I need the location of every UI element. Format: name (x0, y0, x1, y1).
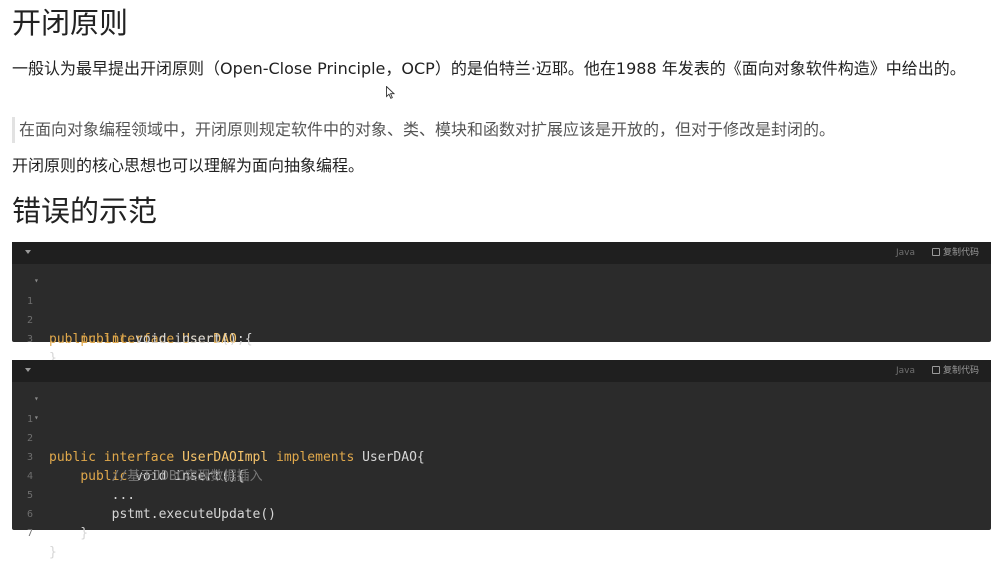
copy-icon (931, 248, 940, 256)
copy-code-button[interactable]: 复制代码 (931, 247, 979, 259)
code-text: } (49, 545, 57, 560)
code-block-userdaoimpl: Java 复制代码 1 ▾ public interface UserDAOIm… (12, 360, 991, 560)
code-line: 4 ... (12, 448, 991, 503)
code-block-userdao: Java 复制代码 1 ▾ public interface UserDAO {… (12, 242, 991, 366)
code-language-label: Java (895, 366, 915, 376)
code-line: 3 } (12, 311, 991, 366)
line-number: 7 (26, 528, 33, 539)
code-line: 1 ▾ public interface UserDAOImpl impleme… (12, 391, 991, 465)
fold-arrow-icon[interactable]: ▾ (34, 410, 39, 425)
code-body: 1 ▾ public interface UserDAO { 2 public … (12, 264, 991, 366)
code-language-label: Java (895, 248, 915, 258)
copy-code-label: 复制代码 (942, 366, 979, 376)
collapse-icon[interactable] (25, 250, 31, 254)
mouse-cursor-icon (386, 86, 395, 99)
copy-icon (931, 366, 940, 374)
code-toolbar: Java 复制代码 (12, 360, 991, 382)
copy-code-label: 复制代码 (942, 248, 979, 258)
code-text: public void insert(); (80, 332, 245, 347)
code-line: 1 ▾ public interface UserDAO { (12, 273, 991, 347)
collapse-icon[interactable] (25, 368, 31, 372)
code-toolbar: Java 复制代码 (12, 242, 991, 264)
heading-open-close-principle: 开闭原则 (12, 6, 129, 40)
code-line: 5 pstmt.executeUpdate() (12, 467, 991, 522)
line-number: 3 (26, 334, 33, 345)
code-line: 2 public void insert(); (12, 292, 991, 347)
paragraph-core-idea: 开闭原则的核心思想也可以理解为面向抽象编程。 (12, 156, 365, 175)
code-line: 2 ▾ public void insert(){ (12, 410, 991, 484)
code-line: 7 } (12, 505, 991, 560)
copy-code-button[interactable]: 复制代码 (931, 365, 979, 377)
fold-arrow-icon[interactable]: ▾ (34, 273, 39, 288)
blockquote: 在面向对象编程领域中，开闭原则规定软件中的对象、类、模块和函数对扩展应该是开放的… (12, 117, 835, 143)
code-line: 6 } (12, 486, 991, 541)
code-body: 1 ▾ public interface UserDAOImpl impleme… (12, 382, 991, 560)
fold-arrow-icon[interactable]: ▾ (34, 391, 39, 406)
paragraph-intro: 一般认为最早提出开闭原则（Open-Close Principle，OCP）的是… (12, 59, 966, 78)
code-line: 3 //基于JDBC实现数据插入 (12, 429, 991, 484)
heading-wrong-example: 错误的示范 (12, 194, 158, 228)
